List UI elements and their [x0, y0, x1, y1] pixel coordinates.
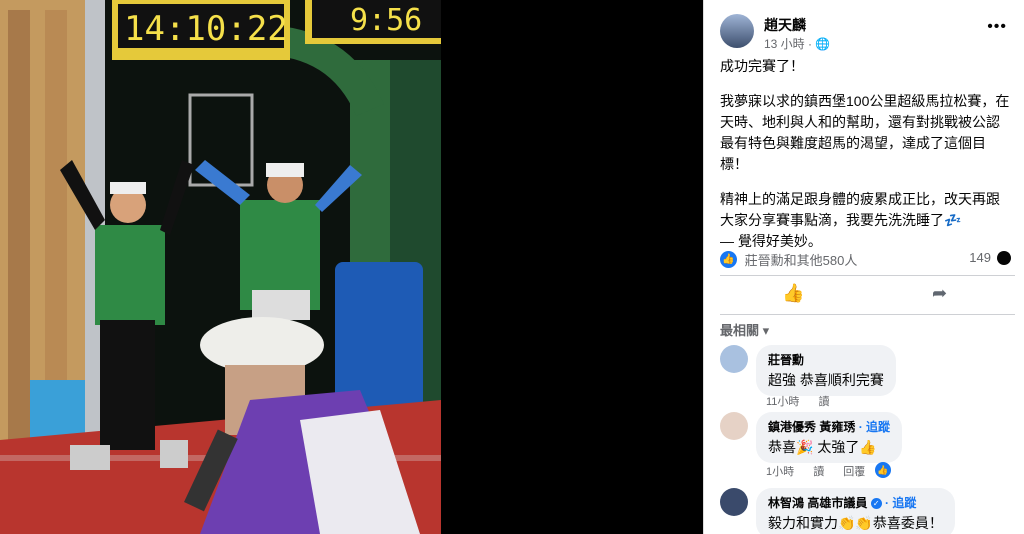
- post-sidebar: 趙天麟 13 小時 · 🌐 ••• 成功完賽了！ 我夢寐以求的鎮西堡100公里超…: [703, 0, 1024, 534]
- author-avatar[interactable]: [720, 14, 754, 48]
- comment-like-icon: 👍: [875, 462, 891, 478]
- commenter-avatar[interactable]: [720, 345, 748, 373]
- post-actions: 👍 ➦: [720, 283, 1015, 311]
- commenter-name-text[interactable]: 鎮港優秀 黃雍琇: [768, 420, 855, 434]
- comment-icon: [997, 251, 1011, 265]
- commenter-avatar[interactable]: [720, 488, 748, 516]
- post-meta: 13 小時 · 🌐: [764, 35, 830, 52]
- comment-time[interactable]: 11小時: [766, 396, 799, 408]
- follow-link[interactable]: · 追蹤: [859, 420, 890, 434]
- comment-sort-dropdown[interactable]: 最相關 ▾: [720, 320, 769, 339]
- post-feeling: — 覺得好美妙。: [720, 233, 822, 249]
- comment-like-link[interactable]: 讀: [813, 466, 824, 478]
- comment-meta: 11小時 讀: [766, 393, 845, 409]
- comment-bubble: 鎮港優秀 黃雍琇 · 追蹤 恭喜🎉 太強了👍: [756, 412, 903, 463]
- race-clock-left: 14:10:22: [124, 9, 288, 49]
- comment-count[interactable]: 149: [969, 250, 991, 265]
- comment-bubble: 莊晉勳 超強 恭喜順利完賽: [756, 345, 896, 396]
- commenter-name: 鎮港優秀 黃雍琇 · 追蹤: [768, 418, 890, 435]
- commenter-name: 林智鴻 高雄市議員 ✓ · 追蹤: [768, 494, 943, 511]
- reaction-names[interactable]: 莊晉勳和其他580人: [745, 253, 858, 268]
- like-button-icon[interactable]: 👍: [782, 283, 804, 304]
- comment-reply-link[interactable]: 回覆: [843, 466, 865, 478]
- comment-text: 恭喜🎉 太強了👍: [768, 439, 877, 455]
- comment-like-link[interactable]: 讀: [818, 396, 829, 408]
- post-body: 成功完賽了！ 我夢寐以求的鎮西堡100公里超級馬拉松賽，在天時、地利與人和的幫助…: [720, 56, 1013, 252]
- post-paragraph: 精神上的滿足跟身體的疲累成正比，改天再跟大家分享賽事點滴，我要先洗洗睡了💤: [720, 191, 1000, 228]
- commenter-name-text[interactable]: 林智鴻 高雄市議員: [768, 496, 867, 510]
- post-paragraph: 成功完賽了！: [720, 58, 804, 74]
- share-button-icon[interactable]: ➦: [932, 283, 947, 304]
- comment-text: 毅力和實力👏👏恭喜委員！: [768, 515, 943, 531]
- divider: [720, 275, 1015, 276]
- divider: [720, 314, 1015, 315]
- reaction-bar: 👍 莊晉勳和其他580人 149: [720, 250, 1015, 270]
- post-header: 趙天麟 13 小時 · 🌐 •••: [720, 14, 1015, 54]
- comment-text: 超強 恭喜順利完賽: [768, 372, 884, 388]
- post-paragraph: 我夢寐以求的鎮西堡100公里超級馬拉松賽，在天時、地利與人和的幫助，還有對挑戰被…: [720, 93, 1010, 172]
- post-photo[interactable]: 14:10:22 9:56: [0, 0, 441, 534]
- follow-link[interactable]: · 追蹤: [885, 496, 916, 510]
- author-name[interactable]: 趙天麟: [764, 15, 806, 35]
- more-options-icon[interactable]: •••: [987, 18, 1007, 36]
- race-clock-right: 9:56: [350, 3, 422, 38]
- marathon-finish-photo: 14:10:22 9:56: [0, 0, 441, 534]
- post-time[interactable]: 13 小時 ·: [764, 37, 815, 51]
- comment-time[interactable]: 1小時: [766, 466, 794, 478]
- commenter-name[interactable]: 莊晉勳: [768, 351, 884, 368]
- verified-badge-icon: ✓: [870, 498, 882, 510]
- commenter-avatar[interactable]: [720, 412, 748, 440]
- comment-bubble: 林智鴻 高雄市議員 ✓ · 追蹤 毅力和實力👏👏恭喜委員！: [756, 488, 955, 534]
- comment-meta: 1小時 讀 回覆: [766, 463, 881, 479]
- like-reaction-icon: 👍: [720, 251, 737, 268]
- globe-icon: 🌐: [815, 37, 831, 51]
- photo-viewer: 14:10:22 9:56: [0, 0, 703, 534]
